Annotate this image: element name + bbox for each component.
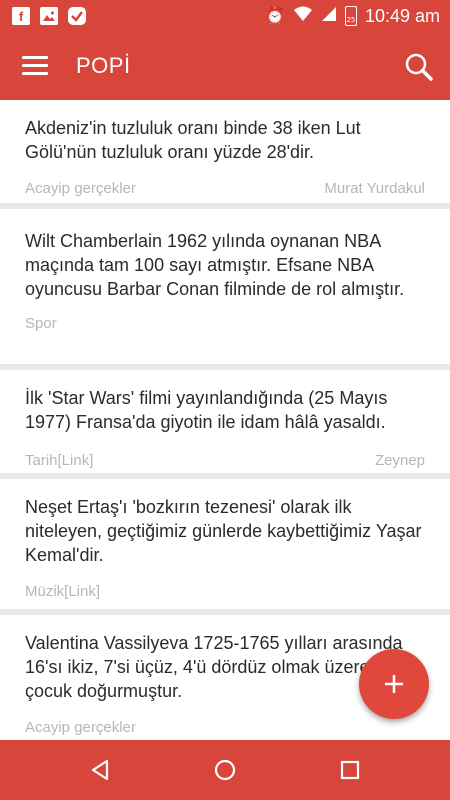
status-time: 10:49 am (364, 5, 440, 26)
app-bar: POPİ (0, 34, 450, 100)
add-fact-button[interactable] (359, 649, 429, 719)
alarm-icon: ⏰ (265, 6, 285, 25)
fact-card[interactable]: Wilt Chamberlain 1962 yılında oynanan NB… (0, 209, 450, 364)
facebook-icon: f (12, 7, 30, 25)
recents-icon[interactable] (338, 758, 362, 782)
image-icon (40, 7, 58, 25)
wifi-icon (293, 6, 313, 27)
plus-icon (385, 675, 403, 693)
app-title: POPİ (76, 53, 131, 78)
status-bar: f ⏰ 25 10:49 am (0, 0, 450, 34)
fact-category[interactable]: Müzik[Link] (25, 583, 100, 600)
fact-text: Wilt Chamberlain 1962 yılında oynanan NB… (25, 231, 405, 299)
fact-card[interactable]: Neşet Ertaş'ı 'bozkırın tezenesi' olarak… (0, 479, 450, 609)
search-icon[interactable] (404, 52, 434, 82)
fact-category[interactable]: Spor (25, 315, 57, 332)
back-icon[interactable] (88, 758, 112, 782)
navigation-bar (0, 740, 450, 800)
menu-icon[interactable] (22, 56, 48, 76)
check-icon (68, 7, 86, 25)
fact-author: Murat Yurdakul (324, 180, 425, 197)
fact-category[interactable]: Acayip gerçekler (25, 180, 136, 197)
signal-icon (321, 6, 337, 27)
fact-card[interactable]: Akdeniz'in tuzluluk oranı binde 38 iken … (0, 100, 450, 203)
fact-text: Akdeniz'in tuzluluk oranı binde 38 iken … (25, 118, 361, 162)
home-icon[interactable] (213, 758, 237, 782)
battery-level: 25 (346, 16, 356, 24)
fact-text: Neşet Ertaş'ı 'bozkırın tezenesi' olarak… (25, 497, 422, 565)
fact-card[interactable]: İlk 'Star Wars' filmi yayınlandığında (2… (0, 370, 450, 473)
battery-icon: 25 (344, 6, 357, 26)
fact-category[interactable]: Acayip gerçekler (25, 719, 136, 736)
facts-list: Akdeniz'in tuzluluk oranı binde 38 iken … (0, 100, 450, 740)
fact-category[interactable]: Tarih[Link] (25, 452, 93, 469)
fact-text: İlk 'Star Wars' filmi yayınlandığında (2… (25, 388, 388, 432)
fact-author: Zeynep (374, 452, 425, 469)
